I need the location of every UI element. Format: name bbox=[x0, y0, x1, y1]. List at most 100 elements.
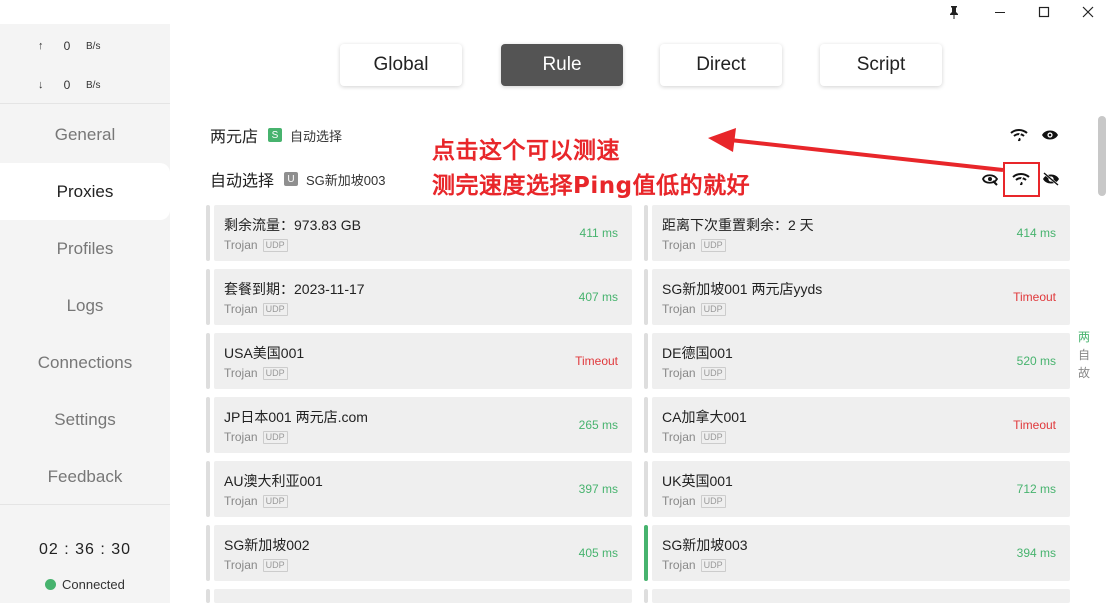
upload-unit: B/s bbox=[86, 40, 101, 52]
proxy-type-label: Trojan bbox=[224, 494, 258, 508]
proxy-type-label: Trojan bbox=[224, 238, 258, 252]
download-arrow-icon: ↓ bbox=[38, 79, 44, 91]
proxy-delay[interactable]: 520 ms bbox=[1017, 354, 1056, 368]
mode-global-button[interactable]: Global bbox=[340, 44, 462, 86]
proxy-delay[interactable]: Timeout bbox=[1013, 418, 1056, 432]
sidebar-item-logs[interactable]: Logs bbox=[0, 277, 170, 334]
title-bar bbox=[0, 0, 1111, 24]
proxy-card-partial[interactable] bbox=[644, 589, 1070, 603]
proxy-name: USA美国001 bbox=[224, 345, 305, 361]
mode-rule-button[interactable]: Rule bbox=[501, 44, 623, 86]
udp-badge: UDP bbox=[700, 366, 726, 380]
proxy-card[interactable]: SG新加坡002 Trojan UDP 405 ms bbox=[206, 525, 632, 581]
close-icon[interactable] bbox=[1068, 0, 1108, 24]
proxy-card[interactable]: DE德国001 Trojan UDP 520 ms bbox=[644, 333, 1070, 389]
minimize-icon[interactable] bbox=[980, 0, 1020, 24]
proxy-card-partial[interactable] bbox=[206, 589, 632, 603]
proxy-type-label: Trojan bbox=[224, 302, 258, 316]
card-select-bar bbox=[206, 589, 210, 603]
udp-badge: UDP bbox=[262, 558, 288, 572]
proxy-card[interactable]: UK英国001 Trojan UDP 712 ms bbox=[644, 461, 1070, 517]
group-index[interactable]: 两 自 故 bbox=[1076, 328, 1092, 382]
proxy-delay[interactable]: 397 ms bbox=[579, 482, 618, 496]
card-select-bar bbox=[206, 525, 210, 581]
proxy-name: DE德国001 bbox=[662, 345, 733, 361]
annotation-line-1: 点击这个可以测速 bbox=[432, 138, 620, 164]
card-select-bar bbox=[206, 205, 210, 261]
proxy-group-header[interactable]: 两元店 S 自动选择 bbox=[210, 124, 342, 146]
card-select-bar bbox=[644, 269, 648, 325]
eye-icon[interactable] bbox=[1039, 124, 1061, 146]
proxy-name: SG新加坡002 bbox=[224, 537, 310, 553]
proxy-name: JP日本001 两元店.com bbox=[224, 409, 368, 425]
proxy-card[interactable]: JP日本001 两元店.com Trojan UDP 265 ms bbox=[206, 397, 632, 453]
sidebar-item-settings[interactable]: Settings bbox=[0, 391, 170, 448]
proxy-delay[interactable]: 407 ms bbox=[579, 290, 618, 304]
group-index-item[interactable]: 两 bbox=[1076, 328, 1092, 346]
mode-script-button[interactable]: Script bbox=[820, 44, 942, 86]
udp-badge: UDP bbox=[262, 366, 288, 380]
udp-badge: UDP bbox=[700, 558, 726, 572]
sidebar-item-general[interactable]: General bbox=[0, 106, 170, 163]
udp-badge: UDP bbox=[700, 430, 726, 444]
maximize-icon[interactable] bbox=[1024, 0, 1064, 24]
status-panel: 02 : 36 : 30 Connected bbox=[0, 504, 170, 603]
proxy-card[interactable]: 距离下次重置剩余：2 天 Trojan UDP 414 ms bbox=[644, 205, 1070, 261]
group-selected: 自动选择 bbox=[290, 128, 343, 144]
highlight-box bbox=[1003, 162, 1040, 197]
pin-icon[interactable] bbox=[934, 0, 974, 24]
connection-status[interactable]: Connected bbox=[45, 577, 125, 592]
download-speed: ↓ 0 B/s bbox=[38, 77, 100, 93]
card-select-bar bbox=[206, 397, 210, 453]
download-value: 0 bbox=[63, 78, 71, 92]
proxy-card[interactable]: SG新加坡001 两元店yyds Trojan UDP Timeout bbox=[644, 269, 1070, 325]
proxy-delay[interactable]: Timeout bbox=[1013, 290, 1056, 304]
proxy-name: UK英国001 bbox=[662, 473, 733, 489]
proxy-card[interactable]: CA加拿大001 Trojan UDP Timeout bbox=[644, 397, 1070, 453]
proxy-delay[interactable]: 712 ms bbox=[1017, 482, 1056, 496]
sidebar-item-connections[interactable]: Connections bbox=[0, 334, 170, 391]
proxy-name: SG新加坡001 两元店yyds bbox=[662, 281, 823, 297]
card-select-bar bbox=[644, 333, 648, 389]
group-index-item[interactable]: 故 bbox=[1076, 364, 1092, 382]
proxy-delay[interactable]: 265 ms bbox=[579, 418, 618, 432]
proxy-name: 套餐到期：2023-11-17 bbox=[224, 281, 365, 297]
udp-badge: UDP bbox=[262, 302, 288, 316]
eye-off-icon[interactable] bbox=[1040, 168, 1062, 190]
proxy-type-label: Trojan bbox=[224, 430, 258, 444]
proxy-name: 剩余流量：973.83 GB bbox=[224, 217, 361, 233]
sidebar-item-proxies[interactable]: Proxies bbox=[0, 163, 170, 220]
proxy-delay[interactable]: 394 ms bbox=[1017, 546, 1056, 560]
group-index-item[interactable]: 自 bbox=[1076, 346, 1092, 364]
proxy-type: Trojan UDP bbox=[224, 430, 288, 444]
group-type-badge: U bbox=[284, 172, 299, 186]
proxy-card[interactable]: 剩余流量：973.83 GB Trojan UDP 411 ms bbox=[206, 205, 632, 261]
proxy-delay[interactable]: 405 ms bbox=[579, 546, 618, 560]
proxy-type: Trojan UDP bbox=[224, 366, 288, 380]
sidebar-item-feedback[interactable]: Feedback bbox=[0, 448, 170, 505]
scrollbar[interactable] bbox=[1098, 116, 1106, 196]
proxy-type-label: Trojan bbox=[662, 302, 696, 316]
speed-test-icon[interactable] bbox=[1008, 124, 1030, 146]
proxy-group-header[interactable]: 自动选择 U SG新加坡003 bbox=[210, 168, 386, 190]
proxy-card[interactable]: 套餐到期：2023-11-17 Trojan UDP 407 ms bbox=[206, 269, 632, 325]
mode-direct-button[interactable]: Direct bbox=[660, 44, 782, 86]
sidebar-item-profiles[interactable]: Profiles bbox=[0, 220, 170, 277]
proxy-type: Trojan UDP bbox=[662, 494, 726, 508]
proxy-delay[interactable]: 414 ms bbox=[1017, 226, 1056, 240]
proxy-delay[interactable]: 411 ms bbox=[580, 226, 618, 240]
upload-speed: ↑ 0 B/s bbox=[38, 38, 100, 54]
proxy-card-selected[interactable]: SG新加坡003 Trojan UDP 394 ms bbox=[644, 525, 1070, 581]
proxy-delay[interactable]: Timeout bbox=[575, 354, 618, 368]
sidebar-nav: General Proxies Profiles Logs Connection… bbox=[0, 106, 170, 505]
proxy-type-label: Trojan bbox=[662, 558, 696, 572]
proxy-card[interactable]: USA美国001 Trojan UDP Timeout bbox=[206, 333, 632, 389]
proxy-type-label: Trojan bbox=[662, 430, 696, 444]
filter-hidden-icon[interactable] bbox=[979, 168, 1001, 190]
proxy-type-label: Trojan bbox=[662, 366, 696, 380]
card-select-bar bbox=[644, 525, 648, 581]
traffic-panel: ↑ 0 B/s ↓ 0 B/s bbox=[0, 24, 170, 104]
proxy-card[interactable]: AU澳大利亚001 Trojan UDP 397 ms bbox=[206, 461, 632, 517]
upload-value: 0 bbox=[63, 39, 71, 53]
group-selected: SG新加坡003 bbox=[306, 172, 386, 188]
